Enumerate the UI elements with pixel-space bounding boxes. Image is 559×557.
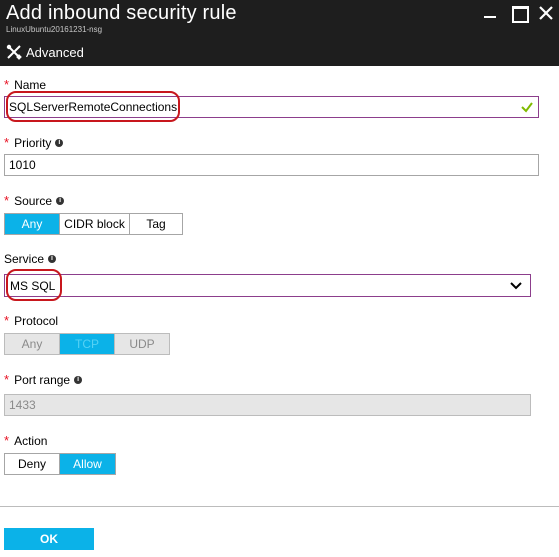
- action-field-label: * Action: [4, 433, 47, 448]
- blade-subtitle: LinuxUbuntu20161231-nsg: [6, 25, 103, 34]
- required-marker: *: [4, 135, 10, 150]
- protocol-selector: Any TCP UDP: [4, 333, 170, 355]
- required-marker: *: [4, 77, 10, 92]
- advanced-label: Advanced: [26, 44, 84, 60]
- priority-field-label: * Priority i: [4, 135, 64, 150]
- action-option-allow[interactable]: Allow: [60, 454, 115, 474]
- priority-label: Priority: [14, 135, 52, 150]
- chevron-down-icon: [510, 282, 522, 290]
- priority-value: 1010: [9, 158, 36, 172]
- close-icon[interactable]: [537, 4, 555, 22]
- priority-input[interactable]: 1010: [4, 154, 539, 176]
- name-label: Name: [14, 77, 47, 92]
- info-icon[interactable]: i: [74, 375, 83, 384]
- action-label: Action: [14, 433, 48, 448]
- source-selector: Any CIDR block Tag: [4, 213, 183, 235]
- required-marker: *: [4, 433, 10, 448]
- port-range-value: 1433: [9, 398, 36, 412]
- required-marker: *: [4, 372, 10, 387]
- info-icon[interactable]: i: [56, 196, 65, 205]
- name-input[interactable]: SQLServerRemoteConnections: [4, 96, 539, 118]
- port-range-label: Port range: [14, 372, 71, 387]
- source-field-label: * Source i: [4, 193, 65, 208]
- required-marker: *: [4, 193, 10, 208]
- source-option-tag[interactable]: Tag: [130, 214, 182, 234]
- info-icon[interactable]: i: [55, 138, 64, 147]
- service-dropdown[interactable]: MS SQL: [4, 274, 531, 297]
- name-field-label: * Name: [4, 77, 46, 92]
- port-range-field-label: * Port range i: [4, 372, 83, 387]
- info-icon[interactable]: i: [48, 255, 57, 263]
- source-option-any[interactable]: Any: [5, 214, 60, 234]
- advanced-button[interactable]: Advanced: [6, 43, 84, 61]
- footer-divider: [0, 506, 559, 507]
- name-value: SQLServerRemoteConnections: [9, 100, 178, 114]
- protocol-option-tcp: TCP: [60, 334, 115, 354]
- port-range-input: 1433: [4, 394, 531, 416]
- protocol-field-label: * Protocol: [4, 313, 58, 328]
- required-marker: *: [4, 313, 10, 328]
- action-selector: Deny Allow: [4, 453, 116, 475]
- blade-header: Add inbound security rule LinuxUbuntu201…: [0, 0, 559, 66]
- service-field-label: Service i: [4, 252, 57, 266]
- action-option-deny[interactable]: Deny: [5, 454, 60, 474]
- protocol-label: Protocol: [14, 313, 59, 328]
- source-label: Source: [14, 193, 53, 208]
- ok-button[interactable]: OK: [4, 528, 94, 550]
- protocol-option-udp: UDP: [115, 334, 169, 354]
- wrench-screwdriver-icon: [6, 44, 22, 60]
- source-option-cidr-block[interactable]: CIDR block: [60, 214, 130, 234]
- maximize-icon[interactable]: [510, 4, 529, 23]
- blade-title: Add inbound security rule: [6, 2, 237, 24]
- check-icon: [521, 102, 533, 113]
- protocol-option-any: Any: [5, 334, 60, 354]
- service-value: MS SQL: [10, 278, 56, 293]
- service-label: Service: [4, 252, 45, 266]
- minimize-icon[interactable]: [481, 4, 499, 22]
